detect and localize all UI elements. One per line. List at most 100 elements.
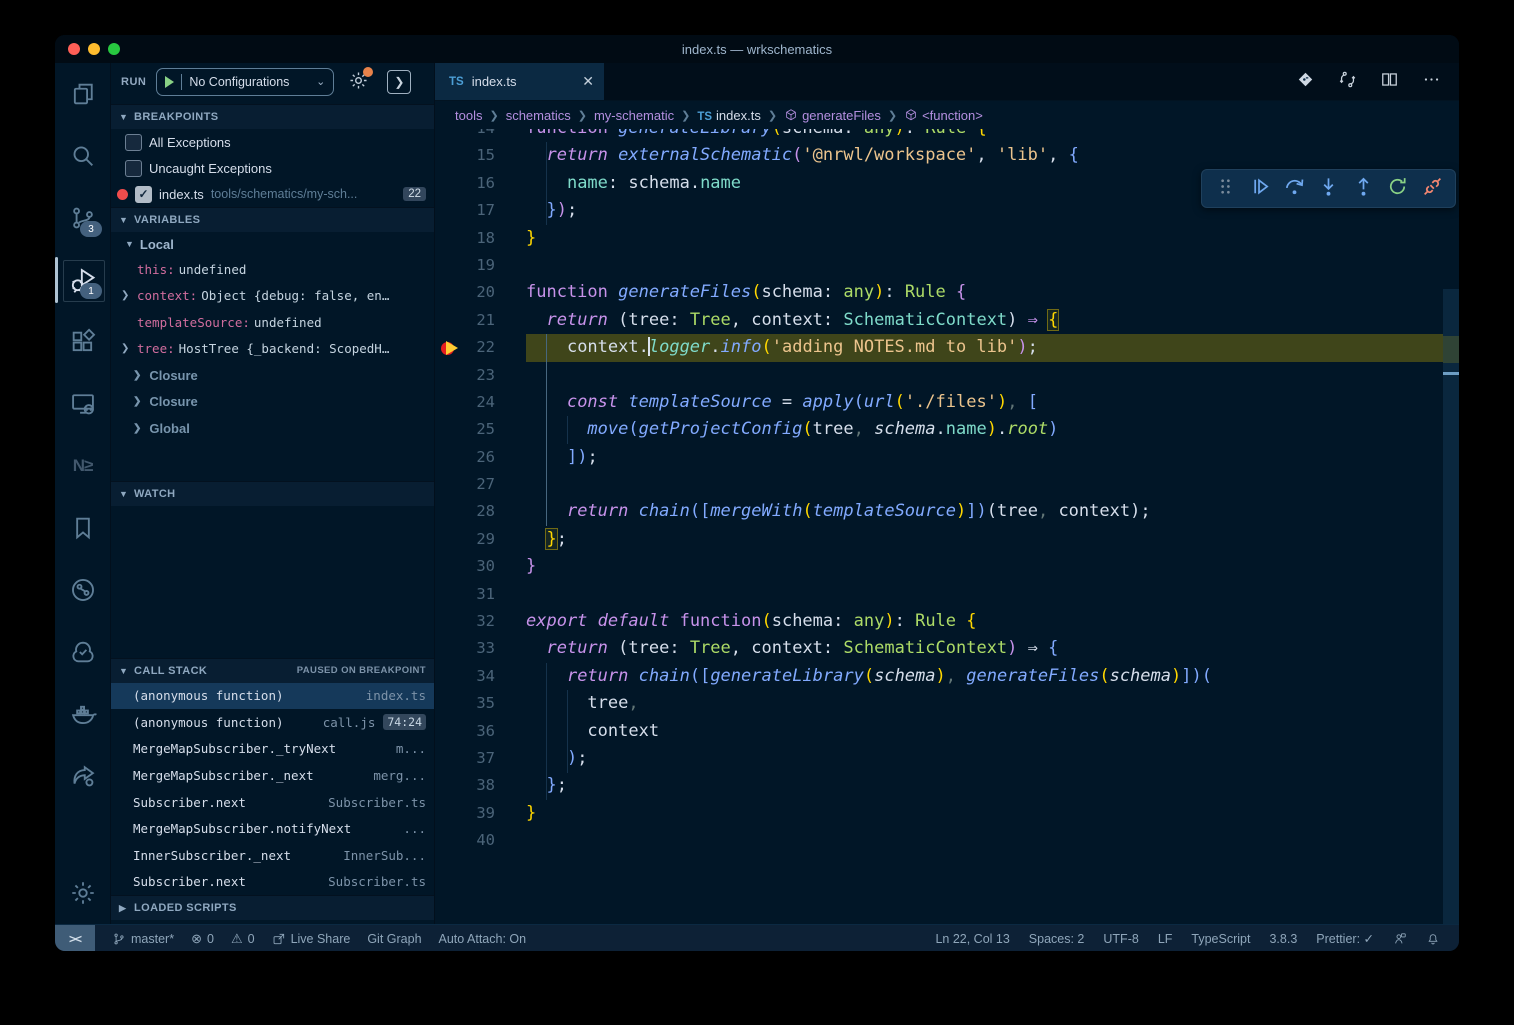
variables-scope-global[interactable]: ❯Global [111,415,434,442]
code-line[interactable]: 26 ]); [435,444,1443,471]
code-line[interactable]: 35 tree, [435,690,1443,717]
tab-index-ts[interactable]: TS index.ts ✕ [435,63,604,100]
statusbar-item-typescript[interactable]: TypeScript [1191,932,1250,946]
variables-scope-closure[interactable]: ❯Closure [111,389,434,416]
activity-item-docker[interactable] [55,683,110,745]
code-line[interactable]: 36 context [435,718,1443,745]
start-debug-icon[interactable] [165,76,174,88]
variable-row[interactable]: this: undefined [111,256,434,283]
code-text[interactable]: } [526,225,1443,252]
breakpoint-hit-indicator[interactable] [441,340,471,356]
line-number[interactable]: 19 [435,252,495,279]
statusbar-item-lf[interactable]: LF [1158,932,1173,946]
statusbar-item-master-[interactable]: master* [112,932,174,946]
git-graph-button[interactable] [1296,70,1315,94]
step-out-button[interactable] [1352,175,1375,203]
loaded-scripts-section-header[interactable]: ▶ LOADED SCRIPTS [111,895,434,920]
code-text[interactable]: ); [526,745,1443,772]
breadcrumb-item[interactable]: tools [455,108,482,123]
step-into-button[interactable] [1317,175,1340,203]
code-text[interactable]: return (tree: Tree, context: SchematicCo… [526,307,1443,334]
code-line[interactable]: 32export default function(schema: any): … [435,608,1443,635]
breakpoint-checkbox[interactable]: ✓ [135,186,152,203]
variables-scope-closure[interactable]: ❯Closure [111,362,434,389]
configure-gear-button[interactable] [348,70,369,94]
variable-row[interactable]: ❯tree: HostTree {_backend: ScopedH… [111,336,434,363]
statusbar-item-0[interactable]: ⊗0 [191,931,214,947]
launch-config-dropdown[interactable]: No Configurations ⌄ [156,68,334,96]
breakpoint-item[interactable]: Uncaught Exceptions [111,155,434,181]
activity-item-source-control[interactable]: 3 [55,187,110,249]
variables-section-header[interactable]: ▼ VARIABLES [111,207,434,232]
split-editor-button[interactable] [1380,70,1399,94]
line-number[interactable]: 15 [435,142,495,169]
remote-indicator[interactable]: >< [55,925,95,951]
code-text[interactable]: return chain([mergeWith(templateSource)]… [526,498,1443,525]
line-number[interactable]: 20 [435,279,495,306]
line-number[interactable]: 16 [435,170,495,197]
code-text[interactable]: context.logger.info('adding NOTES.md to … [526,334,1443,361]
code-line[interactable]: 24 const templateSource = apply(url('./f… [435,389,1443,416]
line-number[interactable]: 17 [435,197,495,224]
breadcrumb-item[interactable]: schematics [506,108,571,123]
code-text[interactable] [526,827,1443,854]
continue-button[interactable] [1248,175,1271,203]
activity-item-git-history[interactable] [55,559,110,621]
line-number[interactable]: 33 [435,635,495,662]
statusbar-item-auto-attach-on[interactable]: Auto Attach: On [439,932,527,946]
line-number[interactable]: 28 [435,498,495,525]
code-text[interactable]: ]); [526,444,1443,471]
call-stack-frame[interactable]: (anonymous function)index.ts [111,683,434,710]
code-line[interactable]: 23 [435,362,1443,389]
line-number[interactable]: 23 [435,362,495,389]
code-text[interactable]: function generateLibrary(schema: any): R… [526,129,1443,142]
activity-item-remote-explorer[interactable] [55,373,110,435]
activity-item-manage[interactable] [55,862,110,924]
code-line[interactable]: 19 [435,252,1443,279]
code-line[interactable]: 28 return chain([mergeWith(templateSourc… [435,498,1443,525]
restart-button[interactable] [1386,175,1409,203]
variables-scope-local[interactable]: ▼ Local [111,232,434,256]
code-line[interactable]: 37 ); [435,745,1443,772]
breadcrumb-item[interactable]: generateFiles [784,108,881,123]
line-number[interactable]: 31 [435,581,495,608]
code-line[interactable]: 18} [435,225,1443,252]
line-number[interactable]: 26 [435,444,495,471]
call-stack-frame[interactable]: MergeMapSubscriber._nextmerg... [111,762,434,789]
line-number[interactable]: 39 [435,800,495,827]
line-number[interactable]: 27 [435,471,495,498]
activity-item-extensions[interactable] [55,311,110,373]
code-line[interactable]: 25 move(getProjectConfig(tree, schema.na… [435,416,1443,443]
code-text[interactable]: move(getProjectConfig(tree, schema.name)… [526,416,1443,443]
line-number[interactable]: 35 [435,690,495,717]
code-text[interactable]: }; [526,772,1443,799]
code-line[interactable]: 30} [435,553,1443,580]
activity-item-run-debug[interactable]: 1 [55,249,110,311]
code-line[interactable]: 39} [435,800,1443,827]
code-text[interactable]: return (tree: Tree, context: SchematicCo… [526,635,1443,662]
compare-changes-button[interactable] [1338,70,1357,94]
call-stack-frame[interactable]: Subscriber.nextSubscriber.ts [111,869,434,896]
activity-item-live-share-session[interactable] [55,745,110,807]
statusbar-item-utf-8[interactable]: UTF-8 [1103,932,1138,946]
code-text[interactable]: context [526,718,1443,745]
breakpoint-checkbox[interactable] [125,134,142,151]
line-number[interactable]: 36 [435,718,495,745]
breakpoints-section-header[interactable]: ▼ BREAKPOINTS [111,104,434,129]
code-text[interactable]: export default function(schema: any): Ru… [526,608,1443,635]
line-number[interactable]: 30 [435,553,495,580]
statusbar-item-3-8-3[interactable]: 3.8.3 [1269,932,1297,946]
activity-item-test-explorer[interactable] [55,621,110,683]
scrollbar-thumb[interactable] [1443,289,1459,924]
code-text[interactable]: const templateSource = apply(url('./file… [526,389,1443,416]
code-text[interactable]: }; [526,526,1443,553]
code-text[interactable]: tree, [526,690,1443,717]
line-number[interactable]: 37 [435,745,495,772]
variable-row[interactable]: ❯context: Object {debug: false, en… [111,283,434,310]
line-number[interactable]: 18 [435,225,495,252]
code-line[interactable]: 15 return externalSchematic('@nrwl/works… [435,142,1443,169]
call-stack-frame[interactable]: (anonymous function)call.js74:24 [111,709,434,736]
call-stack-frame[interactable]: InnerSubscriber._nextInnerSub... [111,842,434,869]
line-number[interactable]: 38 [435,772,495,799]
disconnect-button[interactable] [1421,175,1444,203]
